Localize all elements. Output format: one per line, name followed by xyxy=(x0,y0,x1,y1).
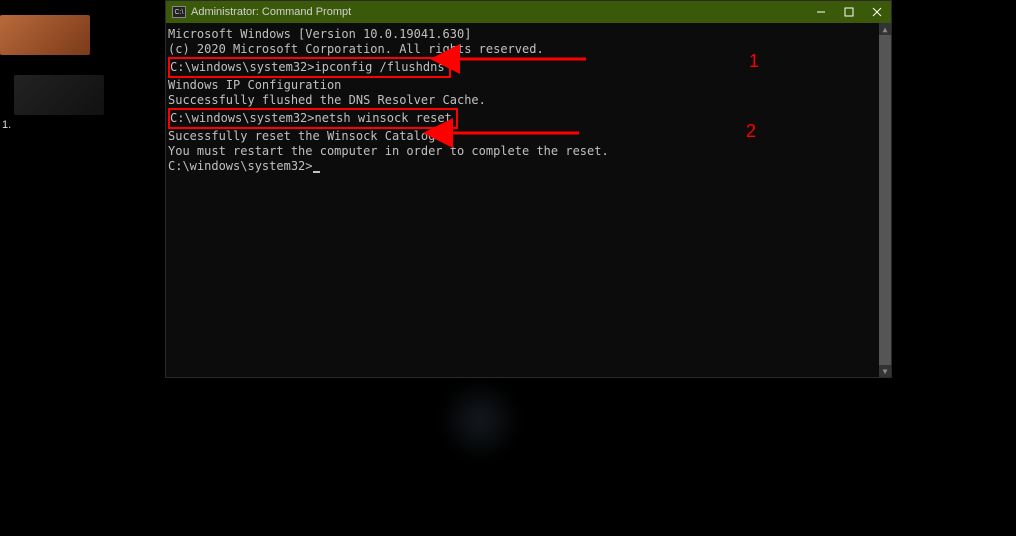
scrollbar[interactable]: ▲ ▼ xyxy=(879,23,891,377)
highlight-box-2: C:\windows\system32>netsh winsock reset xyxy=(168,108,458,129)
command-prompt-window: C:\ Administrator: Command Prompt Micros… xyxy=(165,0,892,378)
terminal-line: C:\windows\system32>ipconfig /flushdns xyxy=(168,57,889,78)
side-thumbnail-1 xyxy=(0,15,120,55)
scroll-thumb[interactable] xyxy=(879,35,891,365)
minimize-button[interactable] xyxy=(807,1,835,23)
terminal-line: Windows IP Configuration xyxy=(168,78,889,93)
close-button[interactable] xyxy=(863,1,891,23)
scroll-down-arrow-icon[interactable]: ▼ xyxy=(879,365,891,377)
terminal-line: Successfully flushed the DNS Resolver Ca… xyxy=(168,93,889,108)
annotation-number: 1 xyxy=(749,51,759,72)
scroll-up-arrow-icon[interactable]: ▲ xyxy=(879,23,891,35)
terminal-line: Microsoft Windows [Version 10.0.19041.63… xyxy=(168,27,889,42)
titlebar[interactable]: C:\ Administrator: Command Prompt xyxy=(166,1,891,23)
background-blur xyxy=(440,380,520,460)
prompt: C:\windows\system32> xyxy=(168,159,313,173)
terminal-line: (c) 2020 Microsoft Corporation. All righ… xyxy=(168,42,889,57)
thumbnail-image xyxy=(0,15,90,55)
command-input: netsh winsock reset xyxy=(315,111,452,125)
annotation-number: 2 xyxy=(746,121,756,142)
terminal-line: You must restart the computer in order t… xyxy=(168,144,889,159)
thumbnail-number: 1. xyxy=(2,119,11,131)
terminal-line: C:\windows\system32> xyxy=(168,159,889,174)
prompt: C:\windows\system32> xyxy=(170,60,315,74)
prompt: C:\windows\system32> xyxy=(170,111,315,125)
command-input: ipconfig /flushdns xyxy=(315,60,445,74)
maximize-button[interactable] xyxy=(835,1,863,23)
thumbnail-image xyxy=(14,75,104,115)
cursor xyxy=(313,171,320,173)
cmd-icon: C:\ xyxy=(172,6,186,18)
terminal-line: Sucessfully reset the Winsock Catalog. xyxy=(168,129,889,144)
window-title: Administrator: Command Prompt xyxy=(191,6,351,18)
highlight-box-1: C:\windows\system32>ipconfig /flushdns xyxy=(168,57,451,78)
terminal-area[interactable]: Microsoft Windows [Version 10.0.19041.63… xyxy=(166,23,891,377)
side-thumbnail-2: 1. xyxy=(0,75,120,115)
terminal-line: C:\windows\system32>netsh winsock reset xyxy=(168,108,889,129)
